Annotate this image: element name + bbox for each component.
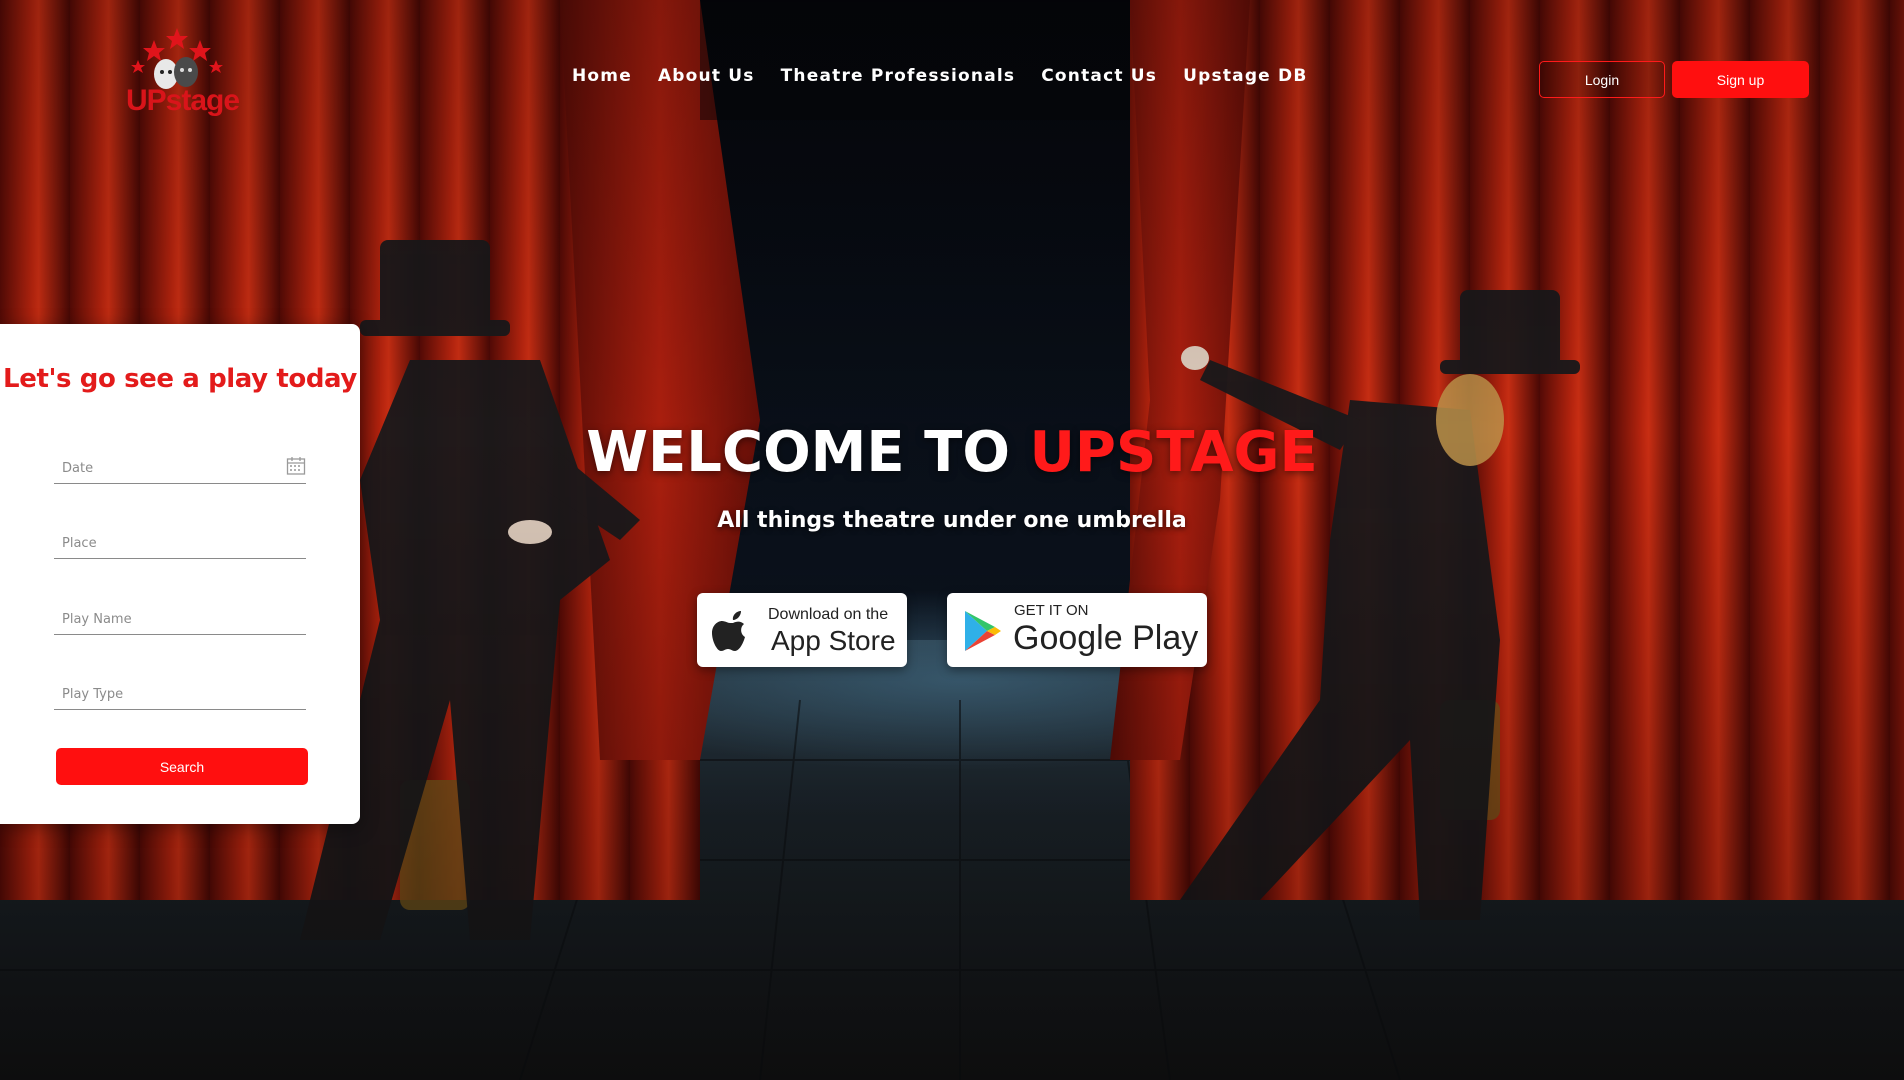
google-play-big-text: Google Play [1013,619,1199,657]
nav-about-us[interactable]: About Us [658,66,755,86]
hero-subtitle: All things theatre under one umbrella [717,508,1187,533]
app-store-big-text: App Store [771,625,896,656]
logo-text: UPstage [126,84,240,117]
signup-button[interactable]: Sign up [1672,61,1809,98]
hero-title: WELCOME TO UPSTAGE [0,420,1904,485]
play-search-card: Let's go see a play today Search [0,324,360,824]
search-card-title: Let's go see a play today [3,364,357,394]
app-store-small-text: Download on the [768,606,889,623]
google-play-small-text: GET IT ON [1014,602,1089,619]
upstage-logo[interactable]: UPstage [122,26,240,117]
play-name-input[interactable] [54,595,306,634]
login-button[interactable]: Login [1539,61,1665,98]
hero-title-prefix: WELCOME TO [586,420,1030,485]
nav-upstage-db[interactable]: Upstage DB [1183,66,1307,86]
google-play-icon [965,611,1001,651]
play-type-input[interactable] [54,670,306,709]
play-type-field-wrapper [54,670,306,710]
search-button[interactable]: Search [56,748,308,785]
nav-theatre-professionals[interactable]: Theatre Professionals [781,66,1016,86]
app-store-badge[interactable]: Download on the App Store [697,593,907,667]
apple-icon [712,611,745,651]
nav-contact-us[interactable]: Contact Us [1041,66,1157,86]
google-play-badge[interactable]: GET IT ON Google Play [947,593,1207,667]
play-name-field-wrapper [54,595,306,635]
hero-title-accent: UPSTAGE [1029,420,1318,485]
nav-home[interactable]: Home [572,66,632,86]
main-nav: Home About Us Theatre Professionals Cont… [572,66,1334,86]
